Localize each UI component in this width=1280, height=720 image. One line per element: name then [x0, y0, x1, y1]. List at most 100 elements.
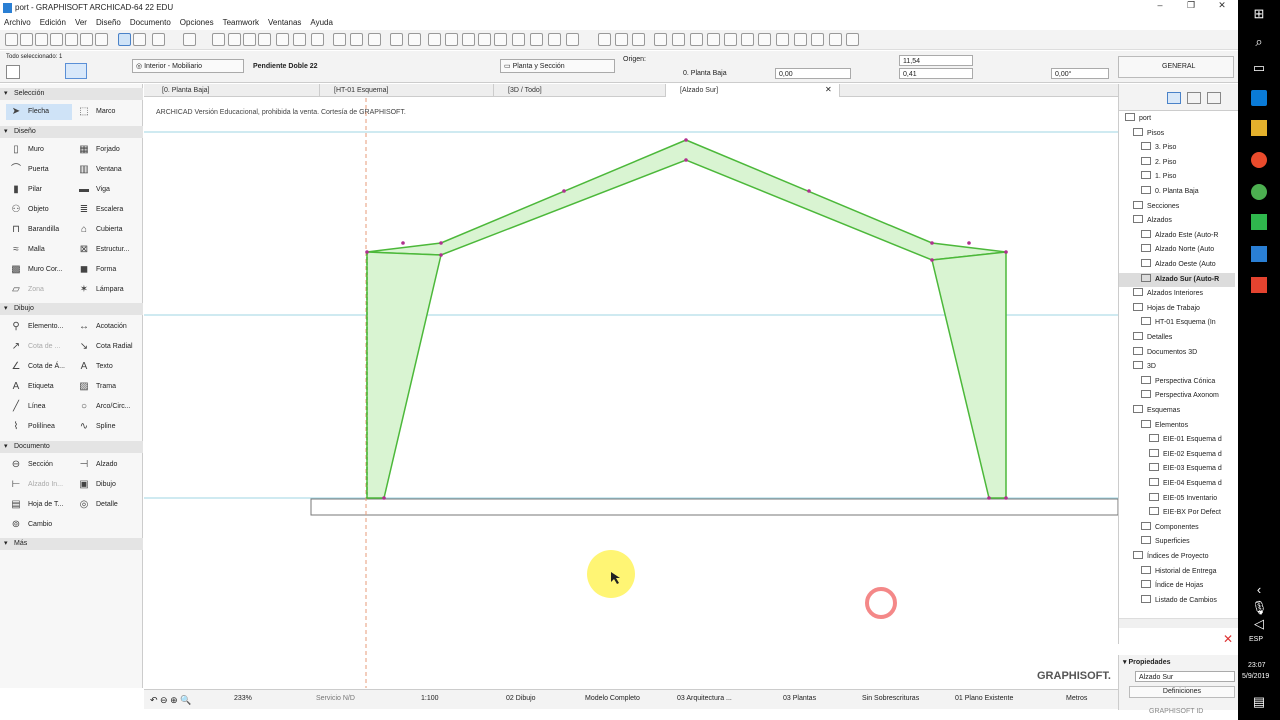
tool-diseno_tools-15[interactable]: ✶ Lámpara [74, 282, 140, 298]
navigator-item[interactable]: EIE-BX Por Defect [1119, 506, 1235, 520]
navigator-item[interactable]: Esquemas [1119, 404, 1235, 418]
tool-dibujo_tools-1[interactable]: ↔ Acotación [74, 319, 140, 335]
toolbar-button-32-icon[interactable] [598, 33, 611, 46]
toolbar-button-21-icon[interactable] [390, 33, 403, 46]
toolbar-button-30-icon[interactable] [548, 33, 561, 46]
angle-field[interactable]: 0,00° [1051, 68, 1109, 79]
navigator-item[interactable]: 3. Piso [1119, 141, 1235, 155]
search-icon[interactable]: ⌕ [1251, 34, 1267, 50]
toolbar-button-43-icon[interactable] [794, 33, 807, 46]
tool-diseno_tools-4[interactable]: ▮ Pilar [6, 182, 72, 198]
toolbar-button-44-icon[interactable] [811, 33, 824, 46]
selection-mode-icon[interactable] [6, 65, 20, 79]
toolbar-button-11-icon[interactable] [212, 33, 225, 46]
menu-6[interactable]: Teamwork [223, 18, 259, 27]
recorder-icon[interactable] [1251, 277, 1267, 293]
tool-documento_tools-6[interactable]: ⊚ Cambio [6, 517, 72, 533]
menu-2[interactable]: Ver [75, 18, 87, 27]
tool-dibujo_tools-10[interactable]: ⌇ Polilínea [6, 419, 72, 435]
tool-documento_tools-1[interactable]: ⊣ Alzado [74, 457, 140, 473]
navigator-item[interactable]: Historial de Entrega [1119, 565, 1235, 579]
camtasia-icon[interactable] [1251, 214, 1267, 230]
chrome-icon[interactable] [1251, 184, 1267, 200]
view-mode-select[interactable]: ▭ Planta y Sección [500, 59, 615, 73]
toolbar-button-38-icon[interactable] [707, 33, 720, 46]
navigator-item[interactable]: 3D [1119, 360, 1235, 374]
tool-dibujo_tools-2[interactable]: ↗ Cota de ... [6, 339, 72, 355]
tool-diseno_tools-9[interactable]: ⌂ Cubierta [74, 222, 140, 238]
menu-3[interactable]: Diseño [96, 18, 121, 27]
model-view-option[interactable]: Modelo Completo [585, 695, 640, 702]
navigator-item[interactable]: 2. Piso [1119, 156, 1235, 170]
toolbar-button-19-icon[interactable] [350, 33, 363, 46]
structure-display[interactable]: 03 Arquitectura ... [677, 695, 732, 702]
toolbar-button-35-icon[interactable] [654, 33, 667, 46]
section-documento[interactable]: Documento [0, 441, 143, 453]
floor-count[interactable]: 03 Plantas [783, 695, 816, 702]
undo-view-icon[interactable]: ↶ ⊖ ⊕ 🔍 [150, 695, 191, 706]
file-explorer-icon[interactable] [1251, 120, 1267, 136]
view-map-icon[interactable] [1187, 92, 1201, 104]
section-dibujo[interactable]: Dibujo [0, 303, 143, 315]
toolbar-button-3-icon[interactable] [50, 33, 63, 46]
tool-diseno_tools-6[interactable]: ⚇ Objeto [6, 202, 72, 218]
toolbar-button-10-icon[interactable] [183, 33, 196, 46]
navigator-item[interactable]: Índices de Proyecto [1119, 550, 1235, 564]
menu-8[interactable]: Ayuda [310, 18, 333, 27]
dimension-2-field[interactable]: 0,41 [899, 68, 973, 79]
toolbar-button-36-icon[interactable] [672, 33, 685, 46]
navigator-item[interactable]: Componentes [1119, 521, 1235, 535]
navigator-item[interactable]: port [1119, 112, 1235, 126]
volume-icon[interactable]: ◁ [1251, 616, 1267, 632]
notifications-icon[interactable]: ▤ [1251, 694, 1267, 710]
toolbar-button-33-icon[interactable] [615, 33, 628, 46]
toolbar-button-9-icon[interactable] [152, 33, 165, 46]
tool-diseno_tools-0[interactable]: ▯ Muro [6, 142, 72, 158]
tool-seleccion_tools-0[interactable]: ➤ Flecha [6, 104, 72, 120]
toolbar-button-34-icon[interactable] [632, 33, 645, 46]
section-seleccion[interactable]: Selección [0, 88, 143, 100]
navigator-item[interactable]: HT-01 Esquema (In [1119, 316, 1235, 330]
restore-icon[interactable]: ❐ [1181, 0, 1201, 11]
tool-dibujo_tools-9[interactable]: ○ Arco/Circ... [74, 399, 140, 415]
navigator-item[interactable]: Alzado Norte (Auto [1119, 243, 1235, 257]
close-tab-icon[interactable]: ✕ [825, 85, 832, 94]
toolbar-button-40-icon[interactable] [741, 33, 754, 46]
toolbar-button-23-icon[interactable] [428, 33, 441, 46]
toolbar-button-22-icon[interactable] [408, 33, 421, 46]
navigator-item[interactable]: Documentos 3D [1119, 346, 1235, 360]
layer-combination[interactable]: 02 Dibujo [506, 695, 536, 702]
navigator-item[interactable]: EIE-05 Inventario [1119, 492, 1235, 506]
tab-alzado-sur[interactable]: [Alzado Sur] [666, 84, 840, 97]
navigator-item[interactable]: Pisos [1119, 127, 1235, 141]
navigator-item[interactable]: EIE-03 Esquema d [1119, 462, 1235, 476]
minimize-icon[interactable]: – [1150, 0, 1170, 10]
toolbar-button-39-icon[interactable] [724, 33, 737, 46]
tool-diseno_tools-13[interactable]: ◼ Forma [74, 262, 140, 278]
tool-diseno_tools-12[interactable]: ▩ Muro Cor... [6, 262, 72, 278]
toolbar-button-0-icon[interactable] [5, 33, 18, 46]
tool-seleccion_tools-1[interactable]: ⬚ Marco [74, 104, 140, 120]
tool-diseno_tools-10[interactable]: ≈ Malla [6, 242, 72, 258]
tool-dibujo_tools-5[interactable]: A Texto [74, 359, 140, 375]
project-map-icon[interactable] [1167, 92, 1181, 104]
graphisoft-id[interactable]: GRAPHISOFT ID [1149, 708, 1203, 715]
tab-planta-baja[interactable]: [0. Planta Baja] [148, 84, 320, 97]
tab-3d-todo[interactable]: [3D / Todo] [494, 84, 666, 97]
toolbar-button-46-icon[interactable] [846, 33, 859, 46]
chevron-up-icon[interactable]: ‹ [1251, 582, 1267, 598]
navigator-item[interactable]: EIE-02 Esquema d [1119, 448, 1235, 462]
toolbar-button-31-icon[interactable] [566, 33, 579, 46]
section-diseno[interactable]: Diseño [0, 126, 143, 138]
toolbar-button-14-icon[interactable] [258, 33, 271, 46]
tool-dibujo_tools-8[interactable]: ╱ Línea [6, 399, 72, 415]
language-indicator[interactable]: ESP [1249, 636, 1263, 643]
navigator-item[interactable]: Alzados Interiores [1119, 287, 1235, 301]
toolbar-button-1-icon[interactable] [20, 33, 33, 46]
tool-diseno_tools-5[interactable]: ▬ Viga [74, 182, 140, 198]
navigator-item[interactable]: Índice de Hojas [1119, 579, 1235, 593]
navigator-item[interactable]: EIE-04 Esquema d [1119, 477, 1235, 491]
tool-diseno_tools-11[interactable]: ⊠ Estructur... [74, 242, 140, 258]
navigator-item[interactable]: Listado de Cambios [1119, 594, 1235, 608]
renovation-filter[interactable]: 01 Plano Existente [955, 695, 1013, 702]
